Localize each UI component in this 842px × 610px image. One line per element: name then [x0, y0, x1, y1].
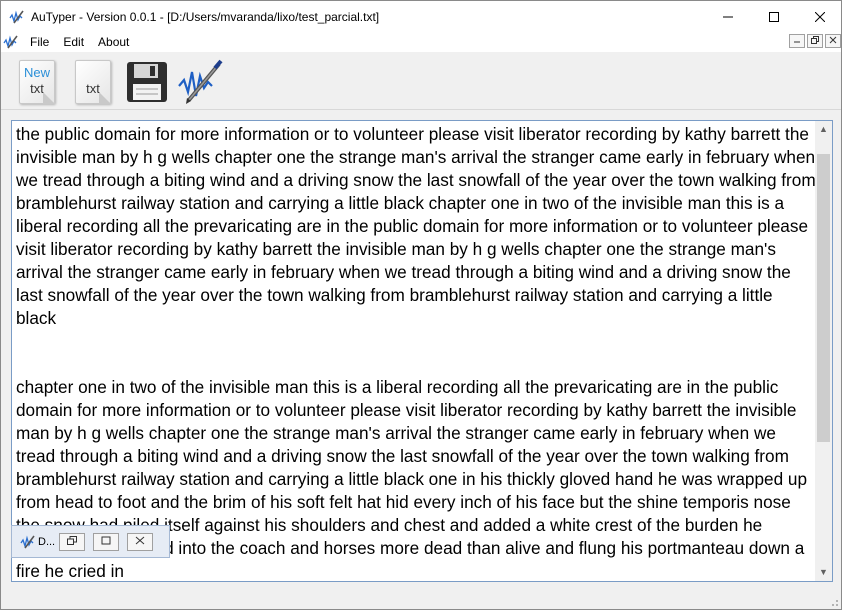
close-icon [815, 11, 825, 22]
minimized-restore-button[interactable] [59, 532, 86, 551]
transcribe-button[interactable] [177, 58, 225, 106]
text-editor[interactable]: the public domain for more information o… [11, 120, 833, 582]
minimize-icon [794, 41, 800, 43]
pen-waveform-icon [178, 59, 223, 104]
window-controls [705, 1, 841, 32]
window-title: AuTyper - Version 0.0.1 - [D:/Users/mvar… [31, 9, 380, 24]
menu-bar: File Edit About [1, 32, 841, 53]
minimized-close-button[interactable] [127, 532, 154, 551]
floppy-disk-icon [127, 62, 167, 102]
title-bar[interactable]: AuTyper - Version 0.0.1 - [D:/Users/mvar… [1, 1, 841, 32]
app-logo-icon [9, 9, 25, 25]
maximize-button[interactable] [751, 1, 797, 32]
maximize-icon [769, 11, 779, 22]
maximize-icon [101, 536, 111, 544]
open-txt-button[interactable]: txt [71, 58, 119, 106]
app-logo-icon [20, 534, 36, 550]
minimize-icon [723, 16, 733, 17]
mdi-child-controls [789, 34, 841, 48]
mdi-minimize-button[interactable] [789, 34, 805, 48]
menu-about[interactable]: About [91, 32, 136, 53]
new-document-icon: New txt [19, 60, 55, 104]
open-document-icon: txt [75, 60, 111, 104]
close-icon [135, 536, 145, 544]
mdi-close-button[interactable] [825, 34, 841, 48]
restore-icon [811, 36, 819, 44]
scroll-up-arrow-icon[interactable]: ▲ [815, 121, 832, 138]
close-button[interactable] [797, 1, 841, 32]
save-button[interactable] [123, 58, 171, 106]
vertical-scrollbar[interactable]: ▲ ▼ [815, 121, 832, 581]
resize-grip-icon[interactable] [829, 597, 839, 607]
new-button-label: New [23, 65, 50, 80]
editor-content[interactable]: the public domain for more information o… [16, 123, 816, 581]
mdi-child-icon[interactable] [3, 34, 19, 50]
app-window: AuTyper - Version 0.0.1 - [D:/Users/mvar… [0, 0, 842, 610]
scroll-thumb[interactable] [817, 154, 830, 442]
minimize-button[interactable] [705, 1, 751, 32]
close-icon [829, 36, 837, 44]
new-txt-button[interactable]: New txt [15, 58, 63, 106]
menu-edit[interactable]: Edit [56, 32, 91, 53]
mdi-restore-button[interactable] [807, 34, 823, 48]
minimized-window-title: D... [38, 535, 56, 548]
restore-icon [67, 535, 78, 545]
menu-file[interactable]: File [23, 32, 56, 53]
minimized-child-window[interactable]: D... [11, 525, 170, 558]
toolbar: New txt txt [1, 54, 841, 110]
scroll-down-arrow-icon[interactable]: ▼ [815, 564, 832, 581]
minimized-maximize-button[interactable] [93, 532, 120, 551]
